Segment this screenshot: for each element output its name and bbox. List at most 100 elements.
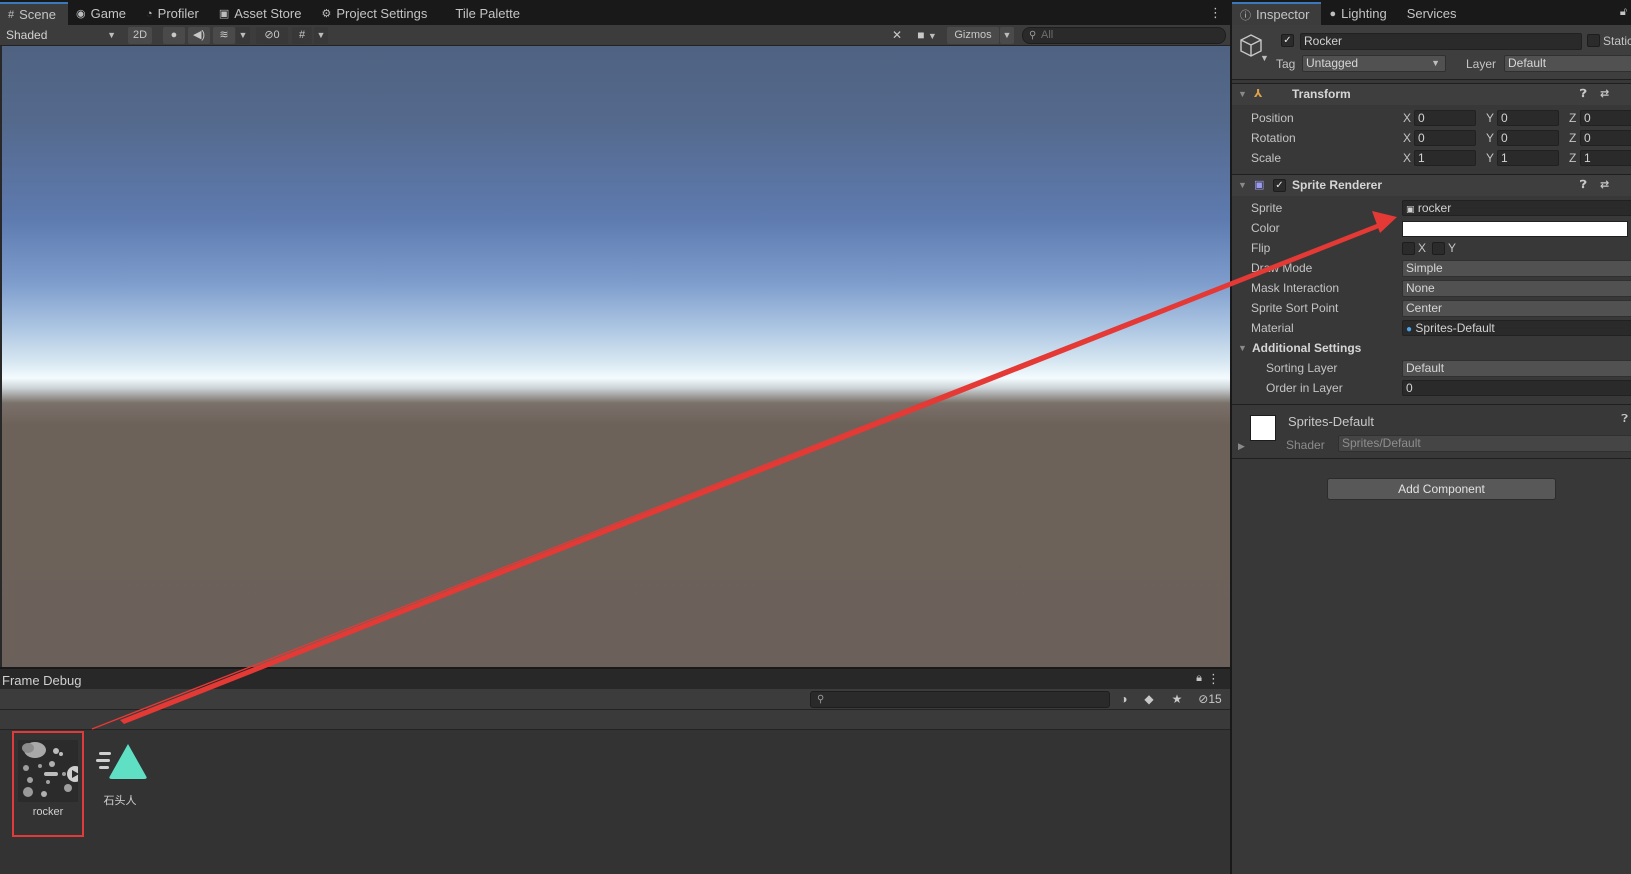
order-in-layer-row: Order in Layer 0 [1232,379,1631,398]
hidden-packages-button[interactable]: ⊘15 [1193,691,1227,708]
filter-by-label-button[interactable]: ◆ [1140,691,1158,708]
tab-asset-store[interactable]: ▣ Asset Store [211,2,314,25]
mask-interaction-dropdown[interactable]: None [1402,280,1631,297]
help-icon[interactable]: ❓︎ [1621,413,1628,426]
sprite-object-field[interactable]: ▣ rocker [1402,200,1631,216]
shader-dropdown: Sprites/Default [1338,435,1631,452]
grid-icon: # [8,8,15,21]
tab-inspector[interactable]: ⓘ Inspector [1232,2,1322,25]
grid-toggle-button[interactable]: # [292,27,312,44]
flip-y-checkbox[interactable] [1432,242,1445,255]
position-z-field[interactable]: 0 [1580,110,1631,126]
static-checkbox[interactable] [1587,34,1600,47]
lighting-toggle-button[interactable]: ● [163,27,185,44]
effects-toggle-button[interactable]: ≋ [213,27,235,44]
draw-mode-dropdown[interactable]: Simple [1402,260,1631,277]
audio-toggle-button[interactable]: ◀) [188,27,210,44]
favorites-button[interactable]: ★ [1168,691,1186,708]
tab-services[interactable]: Services [1399,2,1469,25]
active-checkbox[interactable]: ✓ [1281,34,1294,47]
project-search-input[interactable]: ⚲ [810,691,1110,708]
mask-interaction-row: Mask Interaction None [1232,279,1631,298]
rotation-y-field[interactable]: 0 [1497,130,1559,146]
chevron-down-icon[interactable]: ▼ [1260,53,1269,63]
tab-label: Inspector [1256,7,1310,22]
sprite-renderer-enabled-checkbox[interactable]: ✓ [1273,179,1286,192]
scene-viewport[interactable] [2,46,1230,667]
lock-icon[interactable]: 🔓︎ [1620,6,1627,19]
sprite-renderer-title: Sprite Renderer [1292,178,1383,192]
object-name-field[interactable]: Rocker [1300,33,1582,50]
scene-visibility-button[interactable]: ⊘0 [256,27,288,44]
material-object-field[interactable]: ● Sprites-Default [1402,320,1631,336]
hidden-eye-icon: ⊘ [264,29,274,41]
tab-project-settings[interactable]: ⚙ Project Settings [313,2,439,25]
layers-icon: ≋ [219,29,229,41]
tag-dropdown[interactable]: Untagged ▼ [1302,55,1446,72]
draw-mode-row: Draw Mode Simple [1232,259,1631,278]
tab-tile-palette[interactable]: Tile Palette [439,2,532,25]
tab-label: Scene [19,7,56,22]
settings-sliders-icon[interactable]: ⇄ [1600,84,1609,105]
sprite-sort-point-dropdown[interactable]: Center [1402,300,1631,317]
gizmos-button[interactable]: Gizmos [947,27,999,44]
help-icon[interactable]: ❓︎ [1580,84,1587,105]
more-menu-icon[interactable]: ⋮ [1207,671,1220,687]
asset-stone-man[interactable]: 石头人 [84,740,156,808]
layer-dropdown[interactable]: Default [1504,55,1631,72]
scale-y-field[interactable]: 1 [1497,150,1559,166]
tab-label: Services [1406,6,1457,21]
tab-profiler[interactable]: ◔ Profiler [138,2,211,25]
more-menu-icon[interactable]: ⋮ [1209,5,1222,21]
material-label: Material [1251,321,1294,335]
scene-window: # Scene ◉ Game ◔ Profiler ▣ Asset Store … [0,0,1230,874]
bag-icon: ▣ [218,8,230,20]
lock-icon[interactable]: 🔒︎ [1196,672,1202,685]
camera-button[interactable]: ■ ▼ [912,27,942,44]
foldout-arrow-icon[interactable]: ▶ [1238,441,1245,452]
tab-lighting[interactable]: ● Lighting [1321,2,1398,25]
sprite-sort-point-label: Sprite Sort Point [1251,301,1339,315]
y-axis-label: Y [1486,151,1495,165]
grid-dropdown[interactable]: ▼ [314,27,328,44]
x-axis-label: X [1403,151,1412,165]
scene-tabbar: # Scene ◉ Game ◔ Profiler ▣ Asset Store … [0,0,1230,25]
shading-mode-dropdown[interactable]: Shaded ▼ [0,27,122,44]
rotation-z-field[interactable]: 0 [1580,130,1631,146]
tab-scene[interactable]: # Scene [0,2,68,25]
sorting-layer-label: Sorting Layer [1266,361,1338,375]
scale-z-field[interactable]: 1 [1580,150,1631,166]
add-component-button[interactable]: Add Component [1327,478,1556,500]
help-icon[interactable]: ❓︎ [1580,175,1587,196]
frame-debug-header: Frame Debug 🔒︎ ⋮ [0,667,1230,689]
transform-rotation-row: Rotation X 0 Y 0 Z 0 [1232,129,1631,148]
grid-snap-icon: # [298,29,306,41]
tab-game[interactable]: ◉ Game [68,2,138,25]
order-in-layer-field[interactable]: 0 [1402,380,1631,396]
filter-by-type-button[interactable]: ◑ [1115,691,1133,708]
material-value: Sprites-Default [1415,321,1495,335]
transform-header[interactable]: ▼ ⅄ Transform ❓︎ ⇄ [1232,83,1631,105]
material-sphere-icon: ● [1406,324,1413,335]
x-axis-label: X [1403,131,1412,145]
scale-x-field[interactable]: 1 [1414,150,1476,166]
scene-search-input[interactable]: ⚲ All [1022,27,1226,44]
inspector-tabbar: ⓘ Inspector ● Lighting Services 🔓︎ [1232,0,1631,25]
rotation-x-field[interactable]: 0 [1414,130,1476,146]
effects-dropdown[interactable]: ▼ [236,27,250,44]
sorting-layer-dropdown[interactable]: Default [1402,360,1631,377]
position-x-field[interactable]: 0 [1414,110,1476,126]
asset-label: rocker [32,806,64,818]
asset-rocker[interactable]: rocker [12,731,84,837]
sprite-renderer-header[interactable]: ▼ ▣ ✓ Sprite Renderer ❓︎ ⇄ [1232,174,1631,196]
position-y-field[interactable]: 0 [1497,110,1559,126]
2d-toggle-button[interactable]: 2D [128,27,152,44]
layer-label: Layer [1466,57,1497,71]
settings-sliders-icon[interactable]: ⇄ [1600,175,1609,196]
tools-button[interactable]: ✕ [888,27,906,44]
additional-settings-foldout[interactable]: ▼ Additional Settings [1232,339,1631,358]
foldout-arrow-icon: ▼ [1238,343,1247,353]
flip-x-checkbox[interactable] [1402,242,1415,255]
color-swatch[interactable] [1402,221,1628,237]
gizmos-dropdown[interactable]: ▼ [1000,27,1014,44]
